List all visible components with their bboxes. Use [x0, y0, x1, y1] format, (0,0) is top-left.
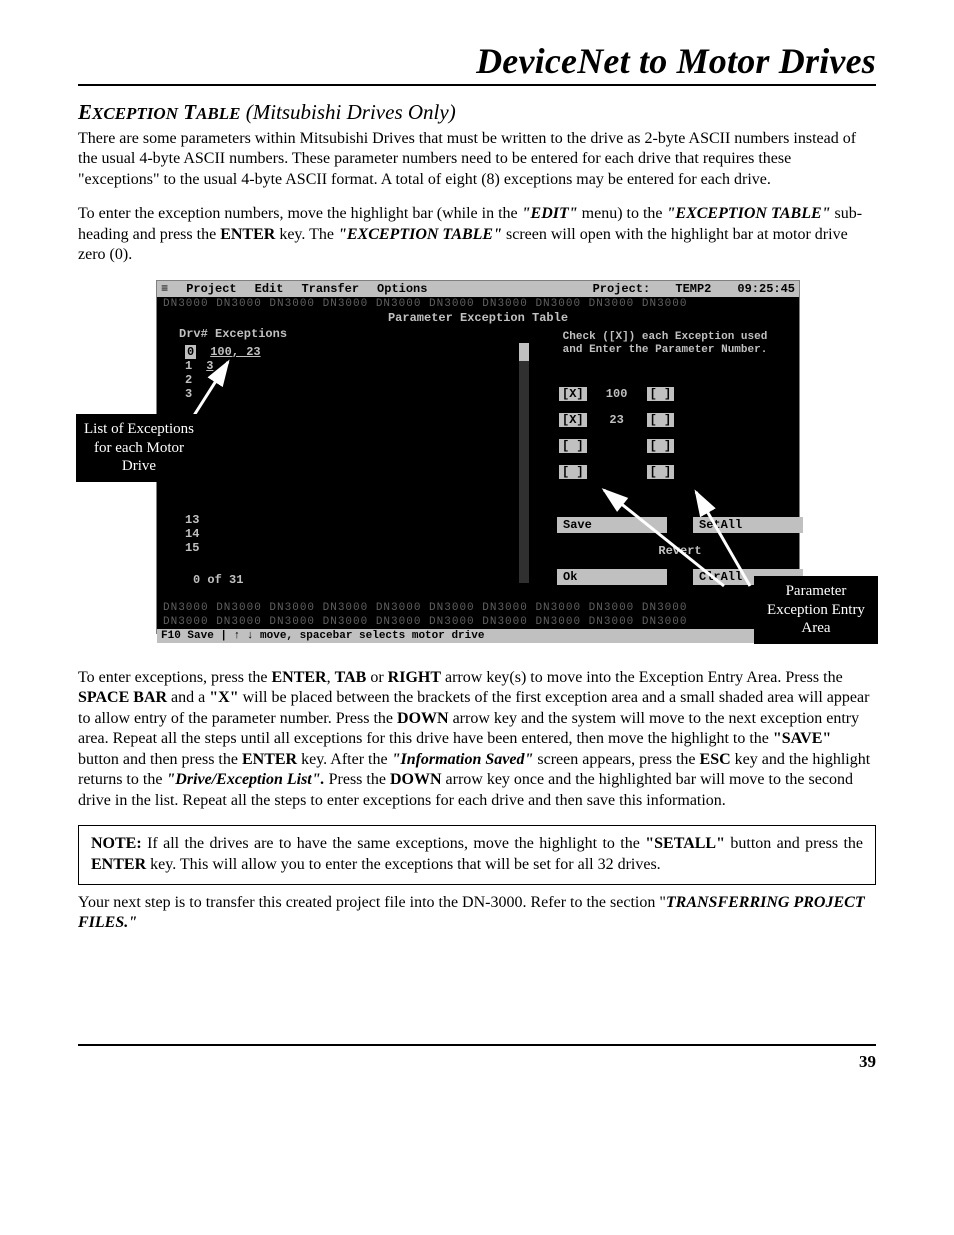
revert-button[interactable]: Revert [639, 543, 721, 559]
list-item[interactable]: 3 [185, 387, 261, 401]
menu-bar[interactable]: ≡ Project Edit Transfer Options Project:… [157, 281, 799, 297]
exception-checkbox[interactable]: [ ] [647, 439, 675, 453]
menu-transfer[interactable]: Transfer [301, 281, 359, 297]
list-item[interactable]: 14 [185, 527, 261, 541]
exception-checkbox[interactable]: [ ] [647, 387, 675, 401]
drive-counter: 0 of 31 [193, 573, 243, 587]
page-title-block: DeviceNet to Motor Drives [78, 40, 876, 86]
dos-screenshot: ≡ Project Edit Transfer Options Project:… [156, 280, 798, 640]
project-label: Project: TEMP2 [593, 281, 730, 297]
callout-right: Parameter Exception Entry Area [754, 576, 878, 644]
button-row: Save SetAll Revert Ok ClrAll [557, 517, 803, 585]
page-title: DeviceNet to Motor Drives [476, 41, 876, 81]
menu-project[interactable]: Project [186, 281, 236, 297]
dos-body: Drv# Exceptions 0100, 23 13 2 3 13 14 15… [157, 325, 799, 601]
exception-checkbox[interactable]: [ ] [559, 439, 587, 453]
callout-left: List of Exceptions for each Motor Drive [76, 414, 202, 482]
exception-checkbox[interactable]: [X] [559, 413, 587, 427]
paragraph-1: There are some parameters within Mitsubi… [78, 129, 876, 190]
note-box: NOTE: If all the drives are to have the … [78, 825, 876, 885]
clock: 09:25:45 [737, 281, 795, 297]
watermark-row: DN3000 DN3000 DN3000 DN3000 DN3000 DN300… [157, 297, 799, 311]
save-button[interactable]: Save [557, 517, 667, 533]
dos-window: ≡ Project Edit Transfer Options Project:… [156, 280, 800, 634]
exception-checkbox[interactable]: [ ] [647, 413, 675, 427]
watermark-row: DN3000 DN3000 DN3000 DN3000 DN3000 DN300… [157, 601, 799, 615]
menu-edit[interactable]: Edit [255, 281, 284, 297]
help-text: Check ([X]) each Exception used and Ente… [555, 331, 775, 357]
list-item[interactable]: 2 [185, 373, 261, 387]
section-heading: EXCEPTION TABLE (Mitsubishi Drives Only) [78, 100, 876, 125]
drive-list-header: Drv# Exceptions [179, 327, 287, 341]
menu-system[interactable]: ≡ [161, 281, 168, 297]
scrollbar[interactable] [519, 343, 529, 583]
status-bar: F10 Save | ↑ ↓ move, spacebar selects mo… [157, 629, 799, 643]
ok-button[interactable]: Ok [557, 569, 667, 585]
panel-title: Parameter Exception Table [157, 311, 799, 325]
paragraph-2: To enter the exception numbers, move the… [78, 204, 876, 265]
menu-options[interactable]: Options [377, 281, 427, 297]
exception-checkbox[interactable]: [X] [559, 387, 587, 401]
paragraph-3: To enter exceptions, press the ENTER, TA… [78, 668, 876, 811]
list-item[interactable]: 15 [185, 541, 261, 555]
page-number: 39 [78, 1044, 876, 1072]
exception-value[interactable]: 23 [599, 413, 635, 427]
list-item[interactable]: 13 [185, 513, 261, 527]
exception-value[interactable]: 100 [599, 387, 635, 401]
list-item[interactable]: 13 [185, 359, 261, 373]
exception-checkbox[interactable]: [ ] [559, 465, 587, 479]
setall-button[interactable]: SetAll [693, 517, 803, 533]
list-item[interactable]: 0100, 23 [185, 345, 261, 359]
watermark-row: DN3000 DN3000 DN3000 DN3000 DN3000 DN300… [157, 615, 799, 629]
exception-entry-area[interactable]: [X] 100 [ ] [X] 23 [ ] [ ] [ ] [ ] [ ] [559, 387, 722, 479]
paragraph-4: Your next step is to transfer this creat… [78, 893, 876, 934]
exception-checkbox[interactable]: [ ] [647, 465, 675, 479]
